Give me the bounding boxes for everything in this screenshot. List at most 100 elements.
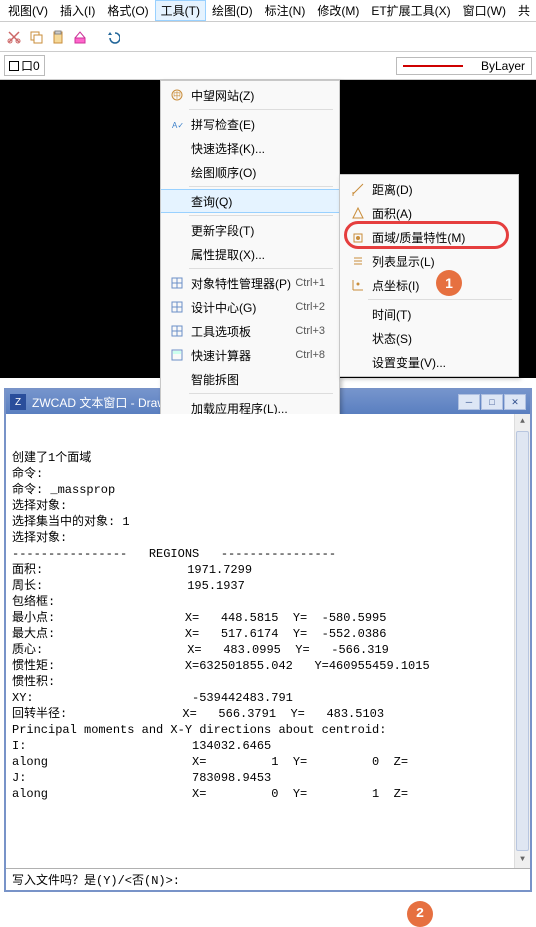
menu-separator: [368, 299, 512, 300]
maximize-button[interactable]: □: [481, 394, 503, 410]
tools-item-0[interactable]: 中中望网站(Z): [161, 83, 339, 107]
menubar: 视图(V)插入(I)格式(O)工具(T)绘图(D)标注(N)修改(M)ET扩展工…: [0, 0, 536, 22]
menu-item-label: 快速选择(K)...: [187, 140, 325, 157]
menu-separator: [189, 393, 333, 394]
match-prop-icon[interactable]: [70, 27, 90, 47]
shortcut-label: Ctrl+2: [295, 301, 325, 313]
tools-item-10[interactable]: 快速计算器Ctrl+8: [161, 343, 339, 367]
tools-item-2[interactable]: 快速选择(K)...: [161, 136, 339, 160]
menu-separator: [189, 268, 333, 269]
svg-text:A✓: A✓: [172, 121, 184, 130]
scroll-up-icon[interactable]: ▲: [515, 414, 530, 430]
layer-row: 口0 ByLayer: [0, 52, 536, 80]
bylayer-label: ByLayer: [481, 59, 525, 73]
menu-3[interactable]: 工具(T): [155, 0, 206, 21]
grid-icon: [167, 324, 187, 338]
tools-item-4[interactable]: 查询(Q): [161, 189, 339, 213]
bylayer-box[interactable]: ByLayer: [396, 57, 532, 75]
calc-icon: [167, 348, 187, 362]
pt-icon: [348, 278, 368, 292]
menu-item-label: 绘图顺序(O): [187, 164, 325, 181]
menu-item-label: 中望网站(Z): [187, 87, 325, 104]
menu-0[interactable]: 视图(V): [2, 0, 54, 21]
menu-item-label: 智能拆图: [187, 371, 325, 388]
undo-icon[interactable]: [102, 27, 122, 47]
color-swatch-icon: [9, 61, 19, 71]
menu-item-label: 更新字段(T): [187, 222, 325, 239]
submenu-item-label: 列表显示(L): [368, 253, 510, 270]
submenu-item-label: 设置变量(V)...: [368, 354, 510, 371]
close-button[interactable]: ✕: [504, 394, 526, 410]
linetype-preview: [403, 65, 463, 67]
svg-text:中: 中: [173, 90, 181, 100]
menu-separator: [189, 215, 333, 216]
tools-item-6[interactable]: 属性提取(X)...: [161, 242, 339, 266]
paste-icon[interactable]: [48, 27, 68, 47]
scroll-down-icon[interactable]: ▼: [515, 852, 530, 868]
tools-item-5[interactable]: 更新字段(T): [161, 218, 339, 242]
query-item-6[interactable]: 状态(S): [340, 326, 518, 350]
menu-separator: [189, 186, 333, 187]
app-icon: Z: [10, 394, 26, 410]
menu-item-label: 设计中心(G): [187, 299, 295, 316]
query-item-5[interactable]: 时间(T): [340, 302, 518, 326]
menu-7[interactable]: ET扩展工具(X): [365, 0, 456, 21]
query-item-7[interactable]: 设置变量(V)...: [340, 350, 518, 374]
command-prompt[interactable]: 写入文件吗？是(Y)/<否(N)>:: [6, 868, 530, 890]
copy-icon[interactable]: [26, 27, 46, 47]
menu-4[interactable]: 绘图(D): [206, 0, 259, 21]
tools-item-1[interactable]: A✓拼写检查(E): [161, 112, 339, 136]
query-submenu: 距离(D) 面积(A) 面域/质量特性(M) 列表显示(L) 点坐标(I) 时间(T) 状态…: [339, 174, 519, 377]
menu-item-label: 属性提取(X)...: [187, 246, 325, 263]
submenu-item-label: 时间(T): [368, 306, 510, 323]
query-item-2[interactable]: 面域/质量特性(M): [340, 225, 518, 249]
list-icon: [348, 254, 368, 268]
toolbar: [0, 22, 536, 52]
submenu-item-label: 状态(S): [368, 330, 510, 347]
text-window-body: 创建了1个面域 命令: 命令: _massprop 选择对象: 选择集当中的对象…: [6, 414, 530, 868]
tools-item-8[interactable]: 设计中心(G)Ctrl+2: [161, 295, 339, 319]
query-item-0[interactable]: 距离(D): [340, 177, 518, 201]
query-item-4[interactable]: 点坐标(I): [340, 273, 518, 297]
grid-icon: [167, 276, 187, 290]
menu-item-label: 快速计算器: [187, 347, 295, 364]
drawing-area: 中中望网站(Z) A✓拼写检查(E) 快速选择(K)... 绘图顺序(O) 查询(Q) 更…: [0, 80, 536, 378]
callout-1: 1: [436, 270, 462, 296]
submenu-item-label: 距离(D): [368, 181, 510, 198]
tools-item-3[interactable]: 绘图顺序(O): [161, 160, 339, 184]
query-item-1[interactable]: 面积(A): [340, 201, 518, 225]
layer-zero-label: 口0: [21, 57, 40, 74]
menu-item-label: 工具选项板: [187, 323, 295, 340]
tools-item-11[interactable]: 智能拆图: [161, 367, 339, 391]
menu-separator: [189, 109, 333, 110]
shortcut-label: Ctrl+3: [295, 325, 325, 337]
menu-9[interactable]: 共: [512, 0, 536, 21]
query-item-3[interactable]: 列表显示(L): [340, 249, 518, 273]
menu-1[interactable]: 插入(I): [54, 0, 101, 21]
text-window: Z ZWCAD 文本窗口 - Drawing1 ─ □ ✕ 创建了1个面域 命令…: [4, 388, 532, 892]
mass-icon: [348, 230, 368, 244]
command-output: 创建了1个面域 命令: 命令: _massprop 选择对象: 选择集当中的对象…: [12, 450, 524, 802]
tools-item-7[interactable]: 对象特性管理器(P)Ctrl+1: [161, 271, 339, 295]
cn-icon: 中: [167, 88, 187, 102]
menu-2[interactable]: 格式(O): [101, 0, 154, 21]
cut-icon[interactable]: [4, 27, 24, 47]
callout-2: 2: [407, 901, 433, 927]
menu-item-label: 查询(Q): [187, 193, 325, 210]
dist-icon: [348, 182, 368, 196]
menu-5[interactable]: 标注(N): [259, 0, 312, 21]
minimize-button[interactable]: ─: [458, 394, 480, 410]
tools-item-9[interactable]: 工具选项板Ctrl+3: [161, 319, 339, 343]
menu-8[interactable]: 窗口(W): [457, 0, 512, 21]
submenu-item-label: 面域/质量特性(M): [368, 229, 510, 246]
abc-icon: A✓: [167, 117, 187, 131]
menu-item-label: 对象特性管理器(P): [187, 275, 295, 292]
scroll-thumb[interactable]: [516, 431, 529, 851]
shortcut-label: Ctrl+8: [295, 349, 325, 361]
menu-item-label: 拼写检查(E): [187, 116, 325, 133]
scrollbar[interactable]: ▲ ▼: [514, 414, 530, 868]
submenu-item-label: 面积(A): [368, 205, 510, 222]
menu-6[interactable]: 修改(M): [311, 0, 365, 21]
shortcut-label: Ctrl+1: [295, 277, 325, 289]
layer-zero-box[interactable]: 口0: [4, 55, 45, 76]
